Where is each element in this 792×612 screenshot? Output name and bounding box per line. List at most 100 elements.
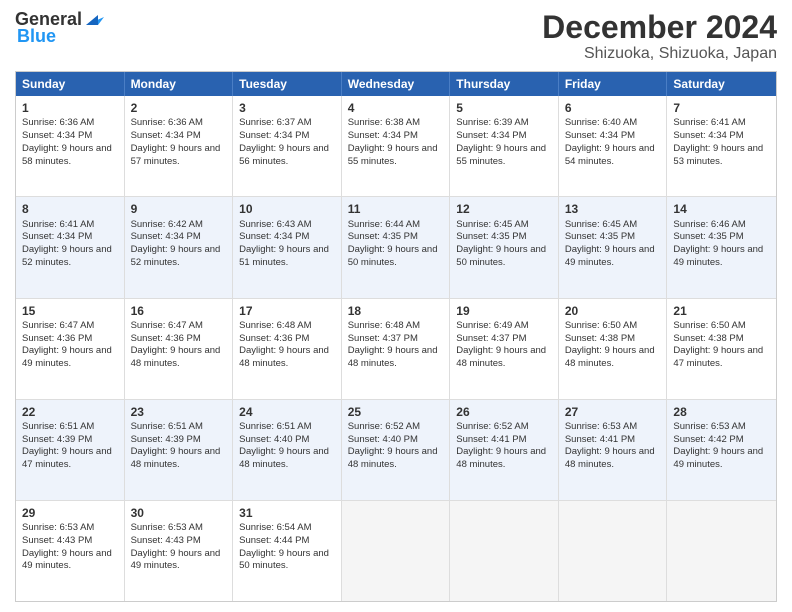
sunset-text: Sunset: 4:43 PM	[22, 535, 92, 546]
daylight-text: Daylight: 9 hours and 51 minutes.	[239, 244, 329, 268]
cal-cell-25: 25Sunrise: 6:52 AMSunset: 4:40 PMDayligh…	[342, 400, 451, 500]
header: General Blue December 2024 Shizuoka, Shi…	[15, 10, 777, 63]
cal-cell-22: 22Sunrise: 6:51 AMSunset: 4:39 PMDayligh…	[16, 400, 125, 500]
day-number: 9	[131, 201, 227, 217]
sunrise-text: Sunrise: 6:45 AM	[456, 219, 528, 230]
day-number: 7	[673, 100, 770, 116]
cal-cell-29: 29Sunrise: 6:53 AMSunset: 4:43 PMDayligh…	[16, 501, 125, 601]
daylight-text: Daylight: 9 hours and 47 minutes.	[673, 345, 763, 369]
cal-cell-27: 27Sunrise: 6:53 AMSunset: 4:41 PMDayligh…	[559, 400, 668, 500]
sunrise-text: Sunrise: 6:41 AM	[673, 117, 745, 128]
day-number: 10	[239, 201, 335, 217]
daylight-text: Daylight: 9 hours and 58 minutes.	[22, 143, 112, 167]
sunset-text: Sunset: 4:37 PM	[456, 333, 526, 344]
day-number: 28	[673, 404, 770, 420]
sunrise-text: Sunrise: 6:48 AM	[239, 320, 311, 331]
sunset-text: Sunset: 4:37 PM	[348, 333, 418, 344]
sunset-text: Sunset: 4:34 PM	[239, 231, 309, 242]
calendar-row-3: 15Sunrise: 6:47 AMSunset: 4:36 PMDayligh…	[16, 298, 776, 399]
sunrise-text: Sunrise: 6:54 AM	[239, 522, 311, 533]
cal-cell-16: 16Sunrise: 6:47 AMSunset: 4:36 PMDayligh…	[125, 299, 234, 399]
sunrise-text: Sunrise: 6:36 AM	[131, 117, 203, 128]
day-number: 21	[673, 303, 770, 319]
day-number: 26	[456, 404, 552, 420]
header-saturday: Saturday	[667, 72, 776, 96]
header-wednesday: Wednesday	[342, 72, 451, 96]
sunset-text: Sunset: 4:36 PM	[22, 333, 92, 344]
calendar-row-2: 8 Sunrise: 6:41 AM Sunset: 4:34 PM Daylight…	[16, 196, 776, 297]
daylight-text: Daylight: 9 hours and 49 minutes.	[673, 244, 763, 268]
day-number: 2	[131, 100, 227, 116]
day-number: 17	[239, 303, 335, 319]
daylight-text: Daylight: 9 hours and 48 minutes.	[131, 446, 221, 470]
cal-cell-8: 8Sunrise: 6:41 AMSunset: 4:34 PMDaylight…	[16, 197, 125, 297]
sunset-text: Sunset: 4:34 PM	[565, 130, 635, 141]
daylight-text: Daylight: 9 hours and 55 minutes.	[348, 143, 438, 167]
sunset-text: Sunset: 4:43 PM	[131, 535, 201, 546]
cal-cell-2: 2Sunrise: 6:36 AM Sunset: 4:34 PM Daylight…	[125, 96, 234, 196]
cal-cell-9: 9Sunrise: 6:42 AMSunset: 4:34 PMDaylight…	[125, 197, 234, 297]
daylight-text: Daylight: 9 hours and 56 minutes.	[239, 143, 329, 167]
cal-cell-11: 11Sunrise: 6:44 AMSunset: 4:35 PMDayligh…	[342, 197, 451, 297]
page: General Blue December 2024 Shizuoka, Shi…	[0, 0, 792, 612]
day-number: 29	[22, 505, 118, 521]
day-number: 18	[348, 303, 444, 319]
sunrise-text: Sunrise: 6:37 AM	[239, 117, 311, 128]
sunrise-text: Sunrise: 6:39 AM	[456, 117, 528, 128]
header-sunday: Sunday	[16, 72, 125, 96]
daylight-text: Daylight: 9 hours and 52 minutes.	[131, 244, 221, 268]
daylight-text: Daylight: 9 hours and 50 minutes.	[456, 244, 546, 268]
daylight-text: Daylight: 9 hours and 57 minutes.	[131, 143, 221, 167]
calendar-body: 1 Sunrise: 6:36 AM Sunset: 4:34 PM Daylight…	[16, 96, 776, 601]
sunrise-text: Sunrise: 6:50 AM	[673, 320, 745, 331]
cal-cell-17: 17Sunrise: 6:48 AM Sunset: 4:36 PMDayligh…	[233, 299, 342, 399]
sunrise-text: Sunrise: 6:49 AM	[456, 320, 528, 331]
cal-cell-31: 31Sunrise: 6:54 AMSunset: 4:44 PMDayligh…	[233, 501, 342, 601]
cal-cell-10: 10 Sunrise: 6:43 AMSunset: 4:34 PM Dayligh…	[233, 197, 342, 297]
day-number: 6	[565, 100, 661, 116]
cal-cell-empty	[559, 501, 668, 601]
cal-cell-30: 30Sunrise: 6:53 AMSunset: 4:43 PMDayligh…	[125, 501, 234, 601]
sunrise-text: Sunrise: 6:42 AM	[131, 219, 203, 230]
sunset-text: Sunset: 4:34 PM	[131, 130, 201, 141]
header-friday: Friday	[559, 72, 668, 96]
day-number: 4	[348, 100, 444, 116]
sunrise-text: Sunrise: 6:52 AM	[348, 421, 420, 432]
title-block: December 2024 Shizuoka, Shizuoka, Japan	[542, 10, 777, 63]
sunset-text: Sunset: 4:34 PM	[239, 130, 309, 141]
daylight-text: Daylight: 9 hours and 49 minutes.	[565, 244, 655, 268]
daylight-text: Daylight: 9 hours and 48 minutes.	[456, 446, 546, 470]
daylight-text: Daylight: 9 hours and 52 minutes.	[22, 244, 112, 268]
day-number: 14	[673, 201, 770, 217]
logo-blue-text: Blue	[17, 26, 56, 47]
day-number: 1	[22, 100, 118, 116]
sunrise-text: Sunrise: 6:41 AM	[22, 219, 94, 230]
cal-cell-3: 3Sunrise: 6:37 AMSunset: 4:34 PMDaylight…	[233, 96, 342, 196]
daylight-text: Daylight: 9 hours and 48 minutes.	[348, 446, 438, 470]
day-number: 23	[131, 404, 227, 420]
sunset-text: Sunset: 4:35 PM	[456, 231, 526, 242]
sunset-text: Sunset: 4:34 PM	[673, 130, 743, 141]
sunrise-text: Sunrise: 6:38 AM	[348, 117, 420, 128]
sunset-text: Sunset: 4:39 PM	[22, 434, 92, 445]
sunrise-text: Sunrise: 6:45 AM	[565, 219, 637, 230]
header-tuesday: Tuesday	[233, 72, 342, 96]
sunrise-text: Sunrise: 6:53 AM	[673, 421, 745, 432]
day-number: 19	[456, 303, 552, 319]
daylight-text: Daylight: 9 hours and 50 minutes.	[348, 244, 438, 268]
logo-arrow-icon	[84, 11, 106, 27]
sunrise-text: Sunrise: 6:43 AM	[239, 219, 311, 230]
sunset-text: Sunset: 4:34 PM	[456, 130, 526, 141]
sunset-text: Sunset: 4:38 PM	[673, 333, 743, 344]
cal-cell-20: 20Sunrise: 6:50 AMSunset: 4:38 PMDayligh…	[559, 299, 668, 399]
sunset-text: Sunset: 4:44 PM	[239, 535, 309, 546]
sunset-text: Sunset: 4:36 PM	[131, 333, 201, 344]
day-number: 20	[565, 303, 661, 319]
daylight-text: Daylight: 9 hours and 48 minutes.	[239, 345, 329, 369]
day-number: 8	[22, 201, 118, 217]
daylight-text: Daylight: 9 hours and 48 minutes.	[456, 345, 546, 369]
sunset-text: Sunset: 4:36 PM	[239, 333, 309, 344]
cal-cell-empty	[450, 501, 559, 601]
page-subtitle: Shizuoka, Shizuoka, Japan	[542, 45, 777, 63]
day-number: 11	[348, 201, 444, 217]
